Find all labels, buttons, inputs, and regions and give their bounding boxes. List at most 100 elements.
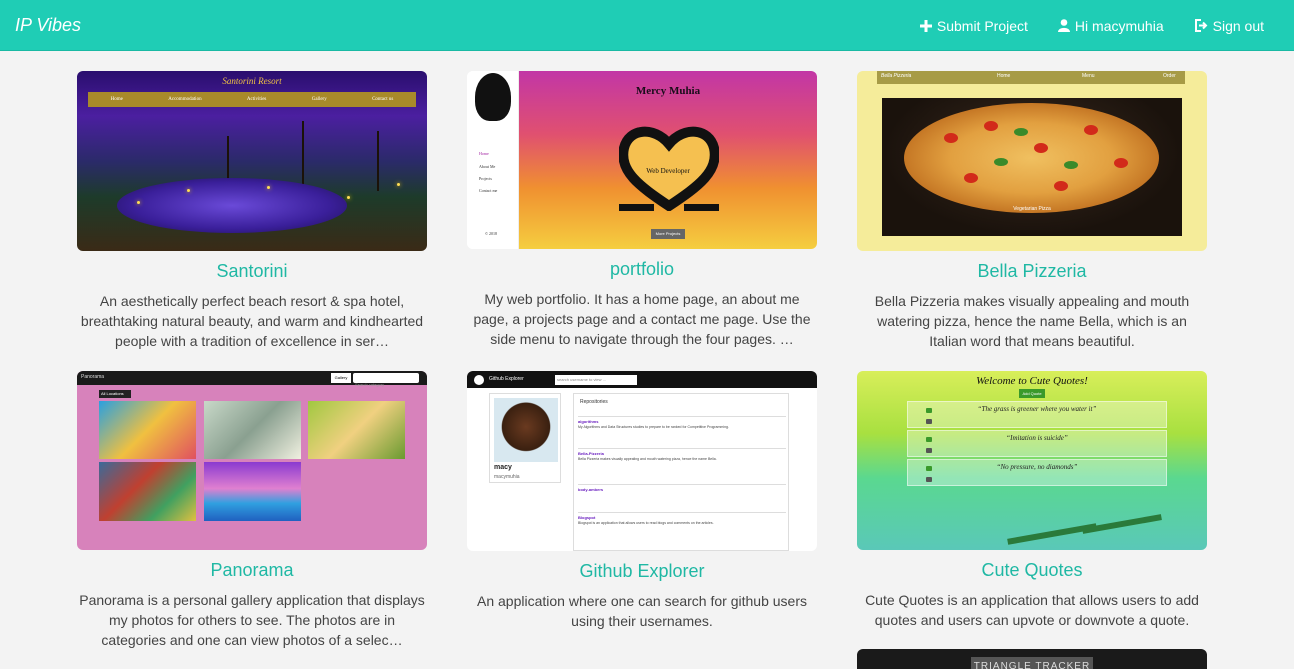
silhouette-image [475, 73, 511, 121]
submit-project-link[interactable]: Submit Project [919, 17, 1028, 34]
project-description: An application where one can search for … [477, 593, 807, 629]
quotes-thumbnail[interactable]: Welcome to Cute Quotes! Add Quote “The g… [857, 371, 1207, 550]
project-title-link[interactable]: Bella Pizzeria [857, 260, 1207, 282]
thumb-repo-name: body-ambers [578, 487, 604, 492]
thumb-quote-text: “Imitation is suicide” [1006, 434, 1068, 442]
thumb-repo: algorithms My Algorithms and Data Struct… [578, 416, 786, 442]
github-logo-icon [474, 375, 484, 385]
navbar: IP Vibes Submit Project Hi macymuhia Sig… [0, 0, 1294, 51]
lamp-light [397, 183, 400, 186]
thumb-side-item: About Me [479, 164, 496, 169]
pizza-caption: Vegetarian Pizza [1013, 206, 1051, 212]
tomato [964, 173, 978, 183]
gallery-photo [204, 462, 301, 521]
pool-image [117, 178, 347, 233]
thumb-quote-row: “Imitation is suicide” [907, 430, 1167, 457]
project-title-link[interactable]: Panorama [77, 559, 427, 581]
github-thumb-profile: macy macymuhia [489, 393, 561, 483]
thumb-repo: Bella-Pizzeria Bella Pizzeria makes visu… [578, 448, 786, 478]
tomato [1054, 181, 1068, 191]
thumb-repo-desc: My Algorithms and Data Structures studie… [578, 425, 729, 429]
quotes-thumb-add-button: Add Quote [1019, 389, 1045, 398]
santorini-thumb-heading: Santorini Resort [222, 76, 282, 86]
santorini-thumb-menu: Home Accommodation Activities Gallery Co… [88, 92, 416, 107]
nav-links: Submit Project Hi macymuhia Sign out [890, 0, 1264, 51]
project-description: My web portfolio. It has a home page, an… [473, 291, 811, 347]
thumb-menu-item: Contact us [372, 97, 394, 102]
project-title-link[interactable]: Cute Quotes [857, 559, 1207, 581]
downvote-icon [926, 419, 932, 424]
portfolio-thumbnail[interactable]: Home About Me Projects Contact me © 2018… [467, 71, 817, 249]
portfolio-thumb-role: Web Developer [646, 167, 690, 175]
brand-link[interactable]: IP Vibes [15, 15, 81, 35]
palm-tree [302, 121, 304, 191]
thumb-side-item: Home [479, 151, 489, 156]
thumb-menu-item: Accommodation [168, 97, 202, 102]
thumb-search-placeholder: Search category [355, 382, 385, 387]
thumb-gallery-link: Gallery [331, 373, 351, 383]
thumb-repo: body-ambers [578, 484, 786, 514]
project-card-santorini: Santorini Resort Home Accommodation Acti… [77, 71, 427, 351]
project-title-link[interactable]: portfolio [467, 258, 817, 280]
triangle-tracker-thumbnail[interactable]: TRIANGLE TRACKER [857, 649, 1207, 669]
project-card-github-explorer: Github Explorer search username to view … [467, 371, 817, 631]
thumb-button: TRIANGLE TRACKER [971, 657, 1093, 669]
github-thumb-repos: Repositories algorithms My Algorithms an… [573, 393, 789, 551]
profile-photo [494, 398, 558, 462]
basil [1014, 128, 1028, 136]
downvote-icon [926, 477, 932, 482]
thumb-nav-item: Menu [1082, 73, 1095, 79]
lamp-light [267, 186, 270, 189]
thumb-brand: Bella Pizzeria [881, 73, 912, 79]
user-greeting-label: Hi macymuhia [1074, 17, 1164, 34]
portfolio-thumb-button: More Projects [651, 229, 685, 239]
github-thumb-navbar: Github Explorer search username to view … [467, 371, 817, 388]
thumb-quote-row: “The grass is greener where you water it… [907, 401, 1167, 428]
submit-project-label: Submit Project [936, 17, 1028, 34]
downvote-icon [926, 448, 932, 453]
project-description: Cute Quotes is an application that allow… [865, 592, 1199, 628]
thumb-repo: Blogspot Blogspot is an application that… [578, 512, 786, 546]
tomato [944, 133, 958, 143]
project-card-bella-pizzeria: Bella Pizzeria Home Menu Order Vegetaria… [857, 71, 1207, 351]
portfolio-thumb-hero: Mercy Muhia Web Developer More Projects [519, 71, 817, 249]
project-title-link[interactable]: Github Explorer [467, 560, 817, 582]
thumb-dropdown: All Locations [99, 390, 131, 398]
thumb-quote-text: “The grass is greener where you water it… [977, 405, 1097, 413]
pizza-image: Vegetarian Pizza [882, 98, 1182, 236]
palm-tree [377, 131, 379, 191]
quotes-thumb-heading: Welcome to Cute Quotes! [976, 375, 1088, 387]
gallery-photo [99, 401, 196, 459]
thumb-repo-desc: Bella Pizzeria makes visually appealing … [578, 457, 717, 461]
project-card-panorama: Panorama Gallery Search category All Loc… [77, 371, 427, 650]
santorini-thumbnail[interactable]: Santorini Resort Home Accommodation Acti… [77, 71, 427, 251]
user-icon [1057, 19, 1070, 32]
tomato [984, 121, 998, 131]
thumb-repo-name: Blogspot [578, 515, 596, 520]
thumb-side-item: Contact me [479, 188, 498, 193]
thumb-search-box: Search category [353, 373, 419, 387]
thumb-repo-name: Bella-Pizzeria [578, 451, 604, 456]
lamp-light [137, 201, 140, 204]
thumb-menu-item: Gallery [311, 97, 327, 102]
thumb-side-item: Projects [479, 176, 492, 181]
sign-out-label: Sign out [1212, 17, 1264, 34]
thumb-menu-item: Home [110, 97, 123, 102]
thumb-repos-heading: Repositories [580, 399, 608, 405]
github-thumbnail[interactable]: Github Explorer search username to view … [467, 371, 817, 551]
plus-icon [919, 19, 932, 32]
project-description: Bella Pizzeria makes visually appealing … [874, 293, 1190, 349]
thumb-repo-name: algorithms [578, 419, 599, 424]
bella-thumbnail[interactable]: Bella Pizzeria Home Menu Order Vegetaria… [857, 71, 1207, 251]
sign-out-link[interactable]: Sign out [1194, 18, 1264, 34]
panorama-thumbnail[interactable]: Panorama Gallery Search category All Loc… [77, 371, 427, 550]
thumb-repo-desc: Blogspot is an application that allows u… [578, 521, 714, 525]
tomato [1084, 125, 1098, 135]
pizza [904, 103, 1159, 213]
gallery-photo [204, 401, 301, 459]
gallery-photo [308, 401, 405, 459]
user-greeting-link[interactable]: Hi macymuhia [1057, 17, 1164, 34]
lamp-light [187, 189, 190, 192]
project-title-link[interactable]: Santorini [77, 260, 427, 282]
tomato [1114, 158, 1128, 168]
